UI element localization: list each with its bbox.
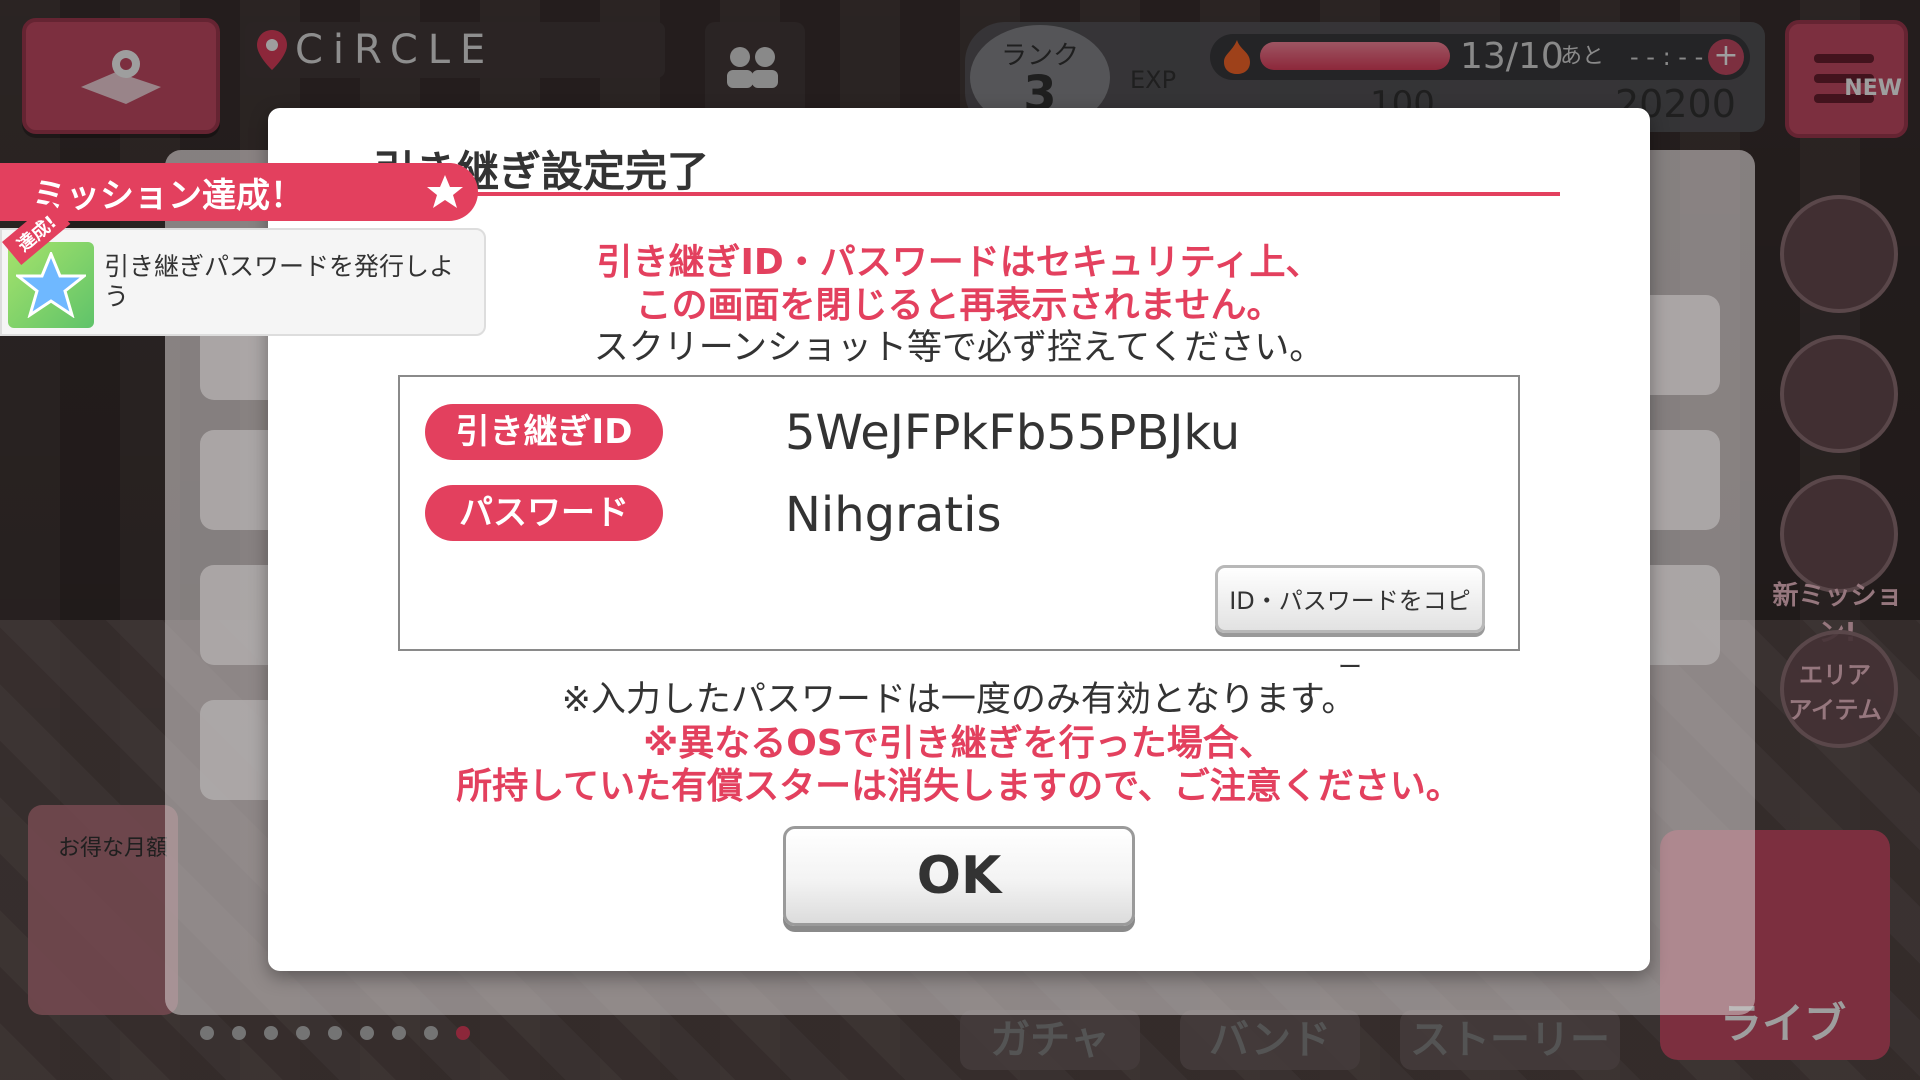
- mission-description: 引き継ぎパスワードを発行しよう: [104, 252, 455, 311]
- star-badge-icon: [16, 252, 86, 318]
- password-value: Nihgratis: [785, 487, 1002, 543]
- star-icon: [427, 175, 463, 208]
- title-divider: [338, 192, 1560, 196]
- credentials-box: 引き継ぎID 5WeJFPkFb55PBJku パスワード Nihgratis …: [398, 375, 1520, 681]
- transfer-id-label: 引き継ぎID: [425, 404, 663, 460]
- ok-button[interactable]: OK: [783, 826, 1135, 926]
- os-transfer-note-line-2: 所持していた有償スターは消失しますので、ご注意ください。: [456, 766, 1462, 807]
- copy-credentials-button[interactable]: ID・パスワードをコピー: [1215, 565, 1485, 681]
- mission-thumbnail: 達成!: [2, 200, 94, 328]
- mission-achieved-banner: ミッション達成！: [0, 163, 478, 221]
- mission-achieved-card[interactable]: 達成! 引き継ぎパスワードを発行しよう: [0, 200, 486, 336]
- transfer-id-value: 5WeJFPkFb55PBJku: [785, 405, 1241, 461]
- mission-banner-label: ミッション達成！: [32, 175, 304, 216]
- password-label: パスワード: [425, 485, 663, 541]
